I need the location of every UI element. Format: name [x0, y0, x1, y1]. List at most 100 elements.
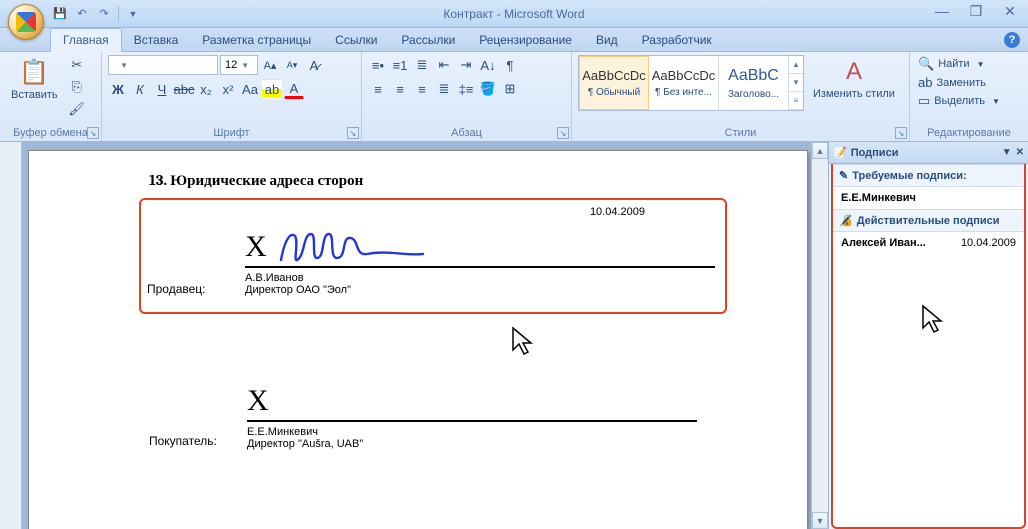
- redo-icon[interactable]: ↷: [94, 4, 114, 24]
- underline-button[interactable]: Ч: [152, 79, 172, 99]
- styles-gallery: AaBbCcDc ¶ Обычный AaBbCcDc ¶ Без инте..…: [578, 55, 804, 111]
- minimize-button[interactable]: —: [930, 2, 954, 20]
- format-painter-button[interactable]: 🖌: [67, 99, 87, 119]
- change-styles-icon: A: [846, 58, 862, 86]
- tab-page-layout[interactable]: Разметка страницы: [190, 29, 323, 51]
- paste-button[interactable]: 📋 Вставить: [6, 55, 63, 104]
- grow-font-button[interactable]: A▴: [260, 55, 280, 75]
- tab-review[interactable]: Рецензирование: [467, 29, 584, 51]
- decrease-indent-button[interactable]: ⇤: [434, 55, 454, 75]
- bold-button[interactable]: Ж: [108, 79, 128, 99]
- font-launcher[interactable]: ↘: [347, 127, 359, 139]
- buyer-signer-title: Директор "Aušra, UAB": [247, 438, 697, 450]
- tab-developer[interactable]: Разработчик: [630, 29, 724, 51]
- quick-access-toolbar: 💾 ↶ ↷ ▼: [50, 4, 143, 24]
- qat-customize-icon[interactable]: ▼: [123, 4, 143, 24]
- tab-mailings[interactable]: Рассылки: [389, 29, 467, 51]
- replace-icon: ab: [918, 75, 932, 90]
- valid-signatures-header: 🔏 Действительные подписи: [833, 209, 1024, 232]
- find-button[interactable]: 🔍Найти▼: [916, 55, 987, 73]
- signature-image: [277, 228, 427, 268]
- group-font-label: Шрифт: [108, 125, 355, 141]
- style-heading1[interactable]: AaBbC Заголово...: [719, 56, 789, 110]
- pane-menu-icon[interactable]: ▼: [1002, 147, 1012, 158]
- font-size-combo[interactable]: 12▼: [220, 55, 258, 75]
- styles-launcher[interactable]: ↘: [895, 127, 907, 139]
- help-button[interactable]: ?: [1004, 32, 1020, 48]
- align-left-button[interactable]: ≡: [368, 79, 388, 99]
- signature-x-mark: X: [247, 384, 269, 418]
- bullets-button[interactable]: ≡•: [368, 55, 388, 75]
- undo-icon[interactable]: ↶: [72, 4, 92, 24]
- clear-formatting-button[interactable]: A̷: [304, 55, 324, 75]
- change-styles-button[interactable]: A Изменить стили: [808, 55, 900, 103]
- cut-button[interactable]: ✂: [67, 55, 87, 75]
- office-button[interactable]: [8, 4, 44, 40]
- tab-insert[interactable]: Вставка: [122, 29, 191, 51]
- increase-indent-button[interactable]: ⇥: [456, 55, 476, 75]
- show-marks-button[interactable]: ¶: [500, 55, 520, 75]
- valid-signature-item[interactable]: Алексей Иван... 10.04.2009: [833, 232, 1024, 254]
- vertical-scrollbar[interactable]: ▲ ▼: [811, 142, 828, 529]
- select-button[interactable]: ▭Выделить▼: [916, 92, 1002, 110]
- ribbon-tabs: Главная Вставка Разметка страницы Ссылки…: [0, 28, 1028, 52]
- gallery-down-icon[interactable]: ▼: [789, 74, 803, 92]
- signature-block-buyer[interactable]: Покупатель: X Е.Е.Минкевич Директор "Auš…: [149, 384, 697, 450]
- style-normal[interactable]: AaBbCcDc ¶ Обычный: [579, 56, 649, 110]
- page[interactable]: 13. Юридические адреса сторон 10.04.2009…: [28, 150, 808, 529]
- align-right-button[interactable]: ≡: [412, 79, 432, 99]
- required-signatures-header: ✎ Требуемые подписи:: [833, 164, 1024, 187]
- scroll-up-icon[interactable]: ▲: [812, 142, 828, 159]
- line-spacing-button[interactable]: ‡≡: [456, 79, 476, 99]
- signature-date: 10.04.2009: [147, 206, 715, 218]
- copy-button[interactable]: ⎘: [67, 77, 87, 97]
- numbering-button[interactable]: ≡1: [390, 55, 410, 75]
- shading-button[interactable]: 🪣: [478, 79, 498, 99]
- tab-home[interactable]: Главная: [50, 28, 122, 52]
- buyer-signer-name: Е.Е.Минкевич: [247, 426, 697, 438]
- sort-button[interactable]: A↓: [478, 55, 498, 75]
- font-family-combo[interactable]: ▼: [108, 55, 218, 75]
- seal-icon: 🔏: [839, 214, 853, 227]
- highlight-button[interactable]: ab: [262, 79, 282, 99]
- scroll-down-icon[interactable]: ▼: [812, 512, 828, 529]
- borders-button[interactable]: ⊞: [500, 79, 520, 99]
- justify-button[interactable]: ≣: [434, 79, 454, 99]
- change-case-button[interactable]: Aa: [240, 79, 260, 99]
- signature-block-seller[interactable]: 10.04.2009 Продавец: X А.В.Иванов Директ…: [139, 198, 727, 314]
- cursor-icon: [921, 304, 949, 336]
- align-center-button[interactable]: ≡: [390, 79, 410, 99]
- style-no-spacing[interactable]: AaBbCcDc ¶ Без инте...: [649, 56, 719, 110]
- vertical-ruler[interactable]: [0, 142, 22, 529]
- section-heading: 13. Юридические адреса сторон: [149, 171, 697, 190]
- pane-header[interactable]: 📝 Подписи ▼ ✕: [829, 142, 1028, 164]
- clipboard-launcher[interactable]: ↘: [87, 127, 99, 139]
- italic-button[interactable]: К: [130, 79, 150, 99]
- maximize-button[interactable]: ❐: [964, 2, 988, 20]
- seller-role-label: Продавец:: [147, 282, 229, 296]
- gallery-up-icon[interactable]: ▲: [789, 56, 803, 74]
- signature-x-mark: X: [245, 230, 267, 264]
- subscript-button[interactable]: x₂: [196, 79, 216, 99]
- multilevel-list-button[interactable]: ≣: [412, 55, 432, 75]
- required-signature-item[interactable]: Е.Е.Минкевич: [833, 187, 1024, 209]
- close-button[interactable]: ✕: [998, 2, 1022, 20]
- document-scroll[interactable]: 13. Юридические адреса сторон 10.04.2009…: [22, 142, 811, 529]
- seller-signer-name: А.В.Иванов: [245, 272, 715, 284]
- tab-references[interactable]: Ссылки: [323, 29, 389, 51]
- find-icon: 🔍: [918, 56, 934, 72]
- signatures-pane: 📝 Подписи ▼ ✕ ✎ Требуемые подписи: Е.Е.М…: [828, 142, 1028, 529]
- replace-button[interactable]: abЗаменить: [916, 74, 988, 91]
- clipboard-icon: 📋: [19, 58, 49, 87]
- font-color-button[interactable]: A: [284, 79, 304, 99]
- paragraph-launcher[interactable]: ↘: [557, 127, 569, 139]
- group-clipboard-label: Буфер обмена: [6, 125, 95, 141]
- pane-close-icon[interactable]: ✕: [1016, 147, 1024, 158]
- save-icon[interactable]: 💾: [50, 4, 70, 24]
- shrink-font-button[interactable]: A▾: [282, 55, 302, 75]
- ribbon: 📋 Вставить ✂ ⎘ 🖌 Буфер обмена ↘ ▼ 12▼ A▴…: [0, 52, 1028, 142]
- superscript-button[interactable]: x²: [218, 79, 238, 99]
- strikethrough-button[interactable]: abc: [174, 79, 194, 99]
- gallery-more-icon[interactable]: ≡: [789, 92, 803, 110]
- tab-view[interactable]: Вид: [584, 29, 630, 51]
